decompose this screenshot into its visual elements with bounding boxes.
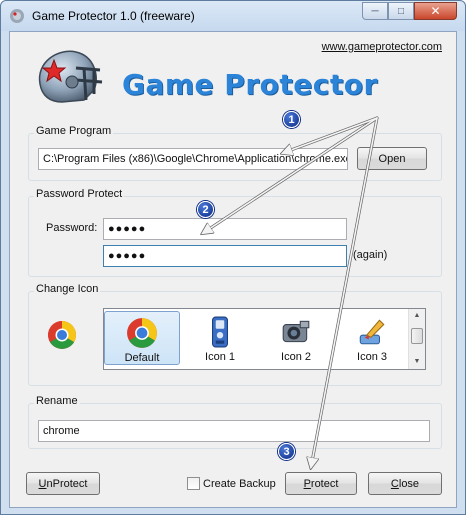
icon-item-2[interactable]: Icon 2 (258, 311, 334, 365)
unprotect-button[interactable]: UnProtect (26, 472, 100, 495)
again-label: (again) (353, 249, 388, 261)
icon-item-1[interactable]: Icon 1 (182, 311, 258, 365)
client-area: Game Protector www.gameprotector.com Gam… (9, 31, 457, 508)
window-controls: ─ □ ✕ (362, 2, 457, 20)
create-backup-checkbox[interactable] (187, 477, 200, 490)
change-icon-group: Change Icon Default Icon 1 Icon 2 Icon 3… (28, 283, 442, 386)
icon-list-scrollbar[interactable]: ▲ ▼ (408, 309, 425, 369)
title-bar[interactable]: Game Protector 1.0 (freeware) ─ □ ✕ (1, 1, 465, 31)
confirm-password-field[interactable]: ●●●●● (103, 245, 347, 267)
change-icon-label: Change Icon (34, 283, 101, 295)
icon-item-label: Default (124, 352, 160, 364)
create-backup-label[interactable]: Create Backup (203, 478, 276, 490)
icon-item-3[interactable]: Icon 3 (334, 311, 410, 365)
game-program-label: Game Program (34, 125, 114, 137)
chrome-icon (127, 318, 157, 348)
camera-icon (282, 320, 310, 343)
maximize-button[interactable]: □ (388, 2, 414, 20)
game-path-field[interactable]: C:\Program Files (x86)\Google\Chrome\App… (38, 148, 348, 170)
xbox-controller-icon (212, 316, 228, 348)
current-chrome-icon (48, 321, 76, 349)
open-button-label: Open (378, 152, 406, 165)
unprotect-label-rest: nProtect (46, 477, 88, 490)
minimize-button[interactable]: ─ (362, 2, 388, 20)
game-program-group: Game Program C:\Program Files (x86)\Goog… (28, 125, 442, 181)
window-title: Game Protector 1.0 (freeware) (32, 9, 195, 23)
open-button[interactable]: Open (357, 147, 427, 170)
password-label: Password: (46, 222, 98, 234)
password-protect-label: Password Protect (34, 188, 125, 200)
app-logo-text: Game Protector (122, 68, 378, 101)
icon-item-label: Icon 3 (357, 351, 387, 363)
protect-accel: P (303, 477, 311, 490)
close-window-button[interactable]: ✕ (414, 2, 457, 20)
scroll-thumb[interactable] (411, 328, 423, 344)
icon-item-label: Icon 1 (205, 351, 235, 363)
rename-label: Rename (34, 395, 80, 407)
step-badge-3: 3 (278, 443, 295, 460)
protect-button[interactable]: Protect (285, 472, 357, 495)
protect-label-rest: rotect (310, 477, 339, 490)
close-accel: C (390, 477, 399, 490)
step-badge-2: 2 (197, 201, 214, 218)
unprotect-accel: U (38, 477, 47, 490)
logo-helmet-icon (38, 50, 103, 103)
app-helmet-icon (10, 9, 24, 23)
password-field[interactable]: ●●●●● (103, 218, 347, 240)
icon-item-label: Icon 2 (281, 351, 311, 363)
website-link[interactable]: www.gameprotector.com (322, 41, 442, 53)
scroll-down-icon[interactable]: ▼ (409, 355, 425, 369)
rename-group: Rename chrome (28, 395, 442, 449)
step-badge-1: 1 (283, 111, 300, 128)
close-button[interactable]: Close (368, 472, 442, 495)
password-protect-group: Password Protect Password: ●●●●● ●●●●● (… (28, 188, 442, 277)
rename-field[interactable]: chrome (38, 420, 430, 442)
icon-item-default[interactable]: Default (104, 311, 180, 365)
app-window: Game Protector 1.0 (freeware) ─ □ ✕ Game… (0, 0, 466, 515)
paint-brush-icon (359, 319, 385, 345)
close-label-rest: lose (398, 477, 420, 490)
scroll-up-icon[interactable]: ▲ (409, 309, 425, 323)
icon-list[interactable]: Default Icon 1 Icon 2 Icon 3 ▲ ▼ (103, 308, 426, 370)
